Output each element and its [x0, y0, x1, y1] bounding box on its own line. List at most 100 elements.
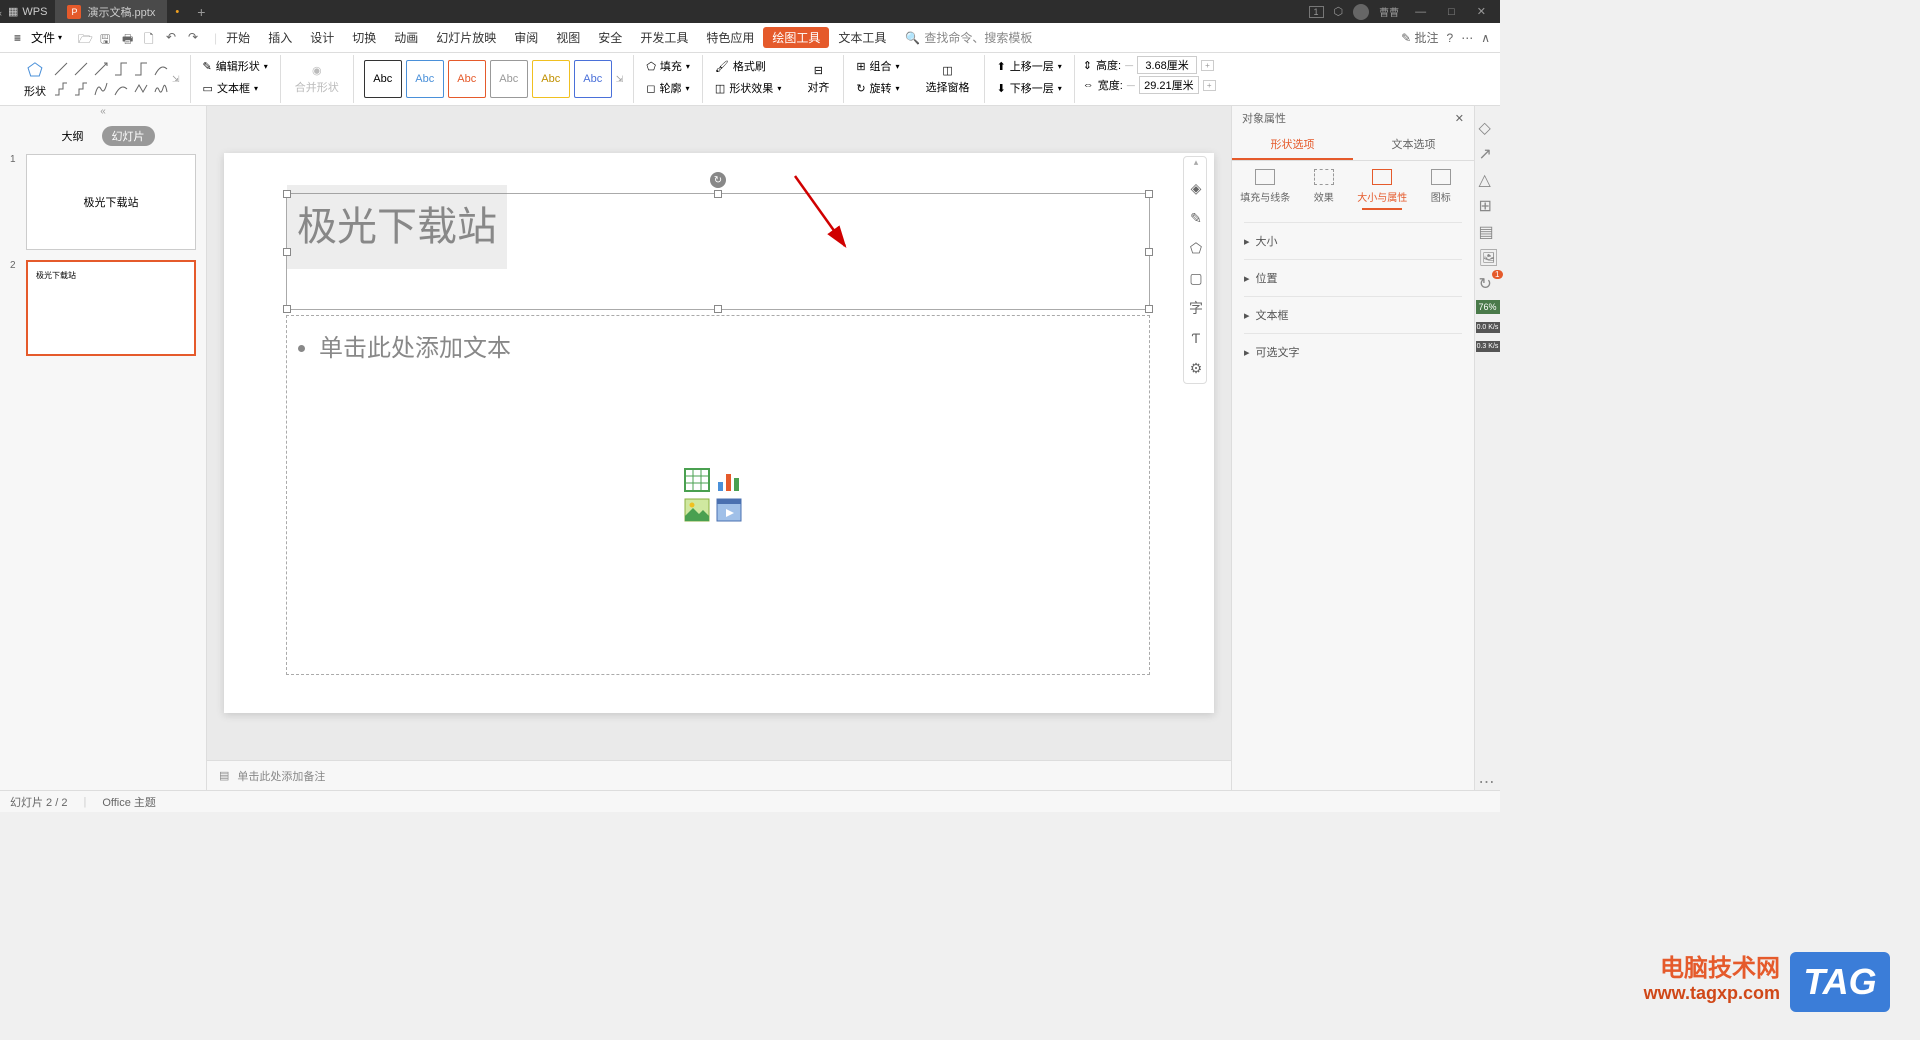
- style-2[interactable]: Abc: [406, 60, 444, 98]
- connector-shape[interactable]: [132, 60, 150, 78]
- style-5[interactable]: Abc: [532, 60, 570, 98]
- resize-handle[interactable]: [283, 248, 291, 256]
- gift-icon[interactable]: ⬡: [1334, 5, 1344, 18]
- document-tab[interactable]: P 演示文稿.pptx: [55, 0, 167, 23]
- section-position[interactable]: ▸位置: [1244, 259, 1462, 296]
- line-shape[interactable]: [72, 60, 90, 78]
- rib-select-icon[interactable]: ↗: [1479, 144, 1497, 162]
- freeform-shape[interactable]: [132, 80, 150, 98]
- close-button[interactable]: ✕: [1471, 5, 1492, 18]
- shape-effect-button[interactable]: ◫形状效果▾: [711, 78, 785, 98]
- search-area[interactable]: 🔍 查找命令、搜索模板: [905, 29, 1032, 46]
- minimize-button[interactable]: —: [1409, 6, 1432, 18]
- add-tab-button[interactable]: +: [187, 4, 215, 20]
- title-text[interactable]: 极光下载站: [287, 185, 507, 269]
- format-painter-button[interactable]: 🖌格式刷: [711, 56, 770, 76]
- undo-icon[interactable]: ↶: [166, 30, 182, 46]
- edit-shape-button[interactable]: ✎编辑形状▾: [199, 56, 272, 76]
- panel-collapse-icon[interactable]: «: [0, 106, 206, 122]
- menu-animation[interactable]: 动画: [385, 29, 427, 46]
- shape-options-tab[interactable]: 形状选项: [1232, 130, 1353, 160]
- rib-shape-icon[interactable]: △: [1479, 170, 1497, 188]
- subtab-chart[interactable]: 图标: [1412, 169, 1471, 210]
- connector-shape[interactable]: [52, 80, 70, 98]
- style-4[interactable]: Abc: [490, 60, 528, 98]
- menu-security[interactable]: 安全: [589, 29, 631, 46]
- subtab-effect[interactable]: 效果: [1295, 169, 1354, 210]
- group-button[interactable]: ⊞组合▾: [852, 56, 903, 76]
- resize-handle[interactable]: [1145, 305, 1153, 313]
- insert-image-icon[interactable]: [684, 498, 710, 522]
- more-icon[interactable]: ⋯: [1461, 31, 1473, 45]
- connector-shape[interactable]: [112, 60, 130, 78]
- fill-button[interactable]: ⬠填充▾: [642, 56, 694, 76]
- style-expand-icon[interactable]: ⇲: [614, 74, 626, 85]
- float-text-icon[interactable]: 字: [1184, 293, 1208, 323]
- resize-handle[interactable]: [283, 190, 291, 198]
- float-more-icon[interactable]: ⚙: [1184, 353, 1208, 383]
- notes-area[interactable]: ▤ 单击此处添加备注: [207, 760, 1231, 790]
- menu-drawing-tools[interactable]: 绘图工具: [763, 27, 829, 48]
- subtab-fill[interactable]: 填充与线条: [1236, 169, 1295, 210]
- connector-shape[interactable]: [72, 80, 90, 98]
- rotate-handle-icon[interactable]: ↻: [710, 172, 726, 188]
- title-textbox[interactable]: ↻ 极光下载站: [286, 193, 1150, 310]
- rib-clipboard-icon[interactable]: ▤: [1479, 222, 1497, 240]
- float-collapse-icon[interactable]: ▴: [1184, 157, 1208, 173]
- scribble-shape[interactable]: [152, 80, 170, 98]
- curve-shape[interactable]: [92, 80, 110, 98]
- menu-review[interactable]: 审阅: [505, 29, 547, 46]
- line-shape[interactable]: [52, 60, 70, 78]
- rib-notification-icon[interactable]: ↻1: [1479, 274, 1497, 292]
- style-6[interactable]: Abc: [574, 60, 612, 98]
- float-pen-icon[interactable]: ✎: [1184, 203, 1208, 233]
- resize-handle[interactable]: [283, 305, 291, 313]
- text-options-tab[interactable]: 文本选项: [1353, 130, 1474, 160]
- shape-gallery[interactable]: [52, 60, 170, 98]
- send-backward-button[interactable]: ⬇下移一层▾: [993, 78, 1066, 98]
- insert-table-icon[interactable]: [684, 468, 710, 492]
- menu-design[interactable]: 设计: [301, 29, 343, 46]
- menu-slideshow[interactable]: 幻灯片放映: [427, 29, 505, 46]
- body-placeholder[interactable]: 单击此处添加文本: [287, 316, 1149, 375]
- menu-insert[interactable]: 插入: [259, 29, 301, 46]
- gallery-expand-icon[interactable]: ⇲: [170, 74, 182, 85]
- height-input[interactable]: [1137, 56, 1197, 74]
- slides-tab[interactable]: 幻灯片: [102, 126, 155, 146]
- menu-transition[interactable]: 切换: [343, 29, 385, 46]
- style-1[interactable]: Abc: [364, 60, 402, 98]
- align-button[interactable]: ⊟ 对齐: [801, 62, 835, 97]
- selection-pane-button[interactable]: ◫ 选择窗格: [920, 62, 976, 97]
- arrow-shape[interactable]: [92, 60, 110, 78]
- print-icon[interactable]: 🖶: [122, 30, 138, 46]
- annotate-button[interactable]: ✎ 批注: [1401, 29, 1438, 46]
- right-panel-collapse-icon[interactable]: ‹: [0, 8, 9, 22]
- outline-button[interactable]: ◻轮廓▾: [642, 78, 693, 98]
- section-alt[interactable]: ▸可选文字: [1244, 333, 1462, 370]
- rib-more-icon[interactable]: ⋯: [1479, 772, 1497, 790]
- shape-button[interactable]: ⬠ 形状: [18, 58, 52, 101]
- redo-icon[interactable]: ↷: [188, 30, 204, 46]
- float-rect-icon[interactable]: ▢: [1184, 263, 1208, 293]
- help-icon[interactable]: ?: [1447, 31, 1454, 45]
- menu-view[interactable]: 视图: [547, 29, 589, 46]
- resize-handle[interactable]: [1145, 190, 1153, 198]
- bring-forward-button[interactable]: ⬆上移一层▾: [993, 56, 1066, 76]
- insert-chart-icon[interactable]: [716, 468, 742, 492]
- resize-handle[interactable]: [1145, 248, 1153, 256]
- rib-templates-icon[interactable]: ◇: [1479, 118, 1497, 136]
- width-input[interactable]: [1139, 76, 1199, 94]
- maximize-button[interactable]: □: [1442, 6, 1461, 18]
- menu-devtools[interactable]: 开发工具: [631, 29, 697, 46]
- save-icon[interactable]: 🖫: [100, 30, 116, 46]
- style-3[interactable]: Abc: [448, 60, 486, 98]
- merge-shapes-button[interactable]: ◉ 合并形状: [289, 62, 345, 97]
- print-preview-icon[interactable]: 🗋: [144, 30, 160, 46]
- float-shape-icon[interactable]: ⬠: [1184, 233, 1208, 263]
- insert-media-icon[interactable]: [716, 498, 742, 522]
- menu-text-tools[interactable]: 文本工具: [829, 29, 895, 46]
- badge-icon[interactable]: 1: [1309, 6, 1324, 18]
- section-textbox[interactable]: ▸文本框: [1244, 296, 1462, 333]
- slide-thumb-2[interactable]: 2 极光下载站: [10, 260, 196, 356]
- resize-handle[interactable]: [714, 190, 722, 198]
